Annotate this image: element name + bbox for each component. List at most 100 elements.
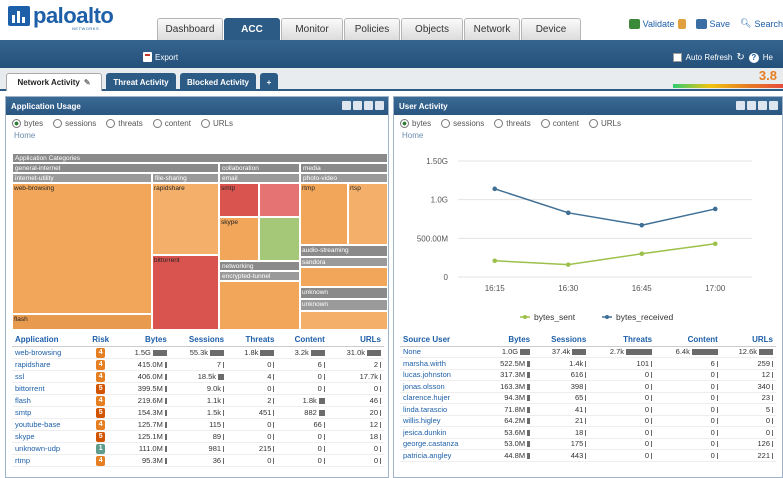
tab-threat-activity[interactable]: Threat Activity	[106, 73, 176, 91]
save-button[interactable]: Save	[695, 18, 730, 29]
radio-urls[interactable]: URLs	[588, 118, 621, 128]
treemap-cell[interactable]: rtsp	[348, 183, 388, 245]
treemap-cell[interactable]: rtmp	[300, 183, 348, 245]
radio-threats[interactable]: threats	[494, 118, 531, 128]
radio-button[interactable]	[588, 118, 598, 128]
column-header[interactable]: Bytes	[116, 333, 170, 347]
treemap-cell[interactable]: unknown	[300, 287, 388, 299]
user-link[interactable]: lucas.johnston	[403, 370, 451, 379]
treemap-cell[interactable]: bittorrent	[152, 255, 219, 330]
table-row[interactable]: skype 5 125.1M 89 0 0 18	[12, 430, 384, 443]
application-link[interactable]: web-browsing	[15, 348, 61, 357]
user-link[interactable]: linda.tarascio	[403, 405, 447, 414]
table-row[interactable]: bittorrent 5 399.5M 9.0k 0 0 0	[12, 382, 384, 395]
help-label[interactable]: He	[763, 53, 773, 62]
column-header[interactable]: Application	[12, 333, 85, 347]
application-link[interactable]: ssl	[15, 372, 24, 381]
radio-urls[interactable]: URLs	[200, 118, 233, 128]
treemap-category[interactable]: photo-video	[300, 173, 388, 183]
table-row[interactable]: web-browsing 4 1.5G 55.3k 1.8k 3.2k 31.0k	[12, 346, 384, 359]
user-link[interactable]: patricia.angley	[403, 451, 451, 460]
application-link[interactable]: skype	[15, 432, 35, 441]
application-link[interactable]: youtube-base	[15, 420, 60, 429]
user-link[interactable]: willis.higley	[403, 416, 441, 425]
radio-content[interactable]: content	[540, 118, 579, 128]
tab-objects[interactable]: Objects	[401, 18, 463, 40]
table-icon[interactable]	[758, 101, 767, 110]
tab-blocked-activity[interactable]: Blocked Activity	[180, 73, 256, 91]
treemap-category[interactable]: encrypted-tunnel	[219, 271, 300, 281]
column-header[interactable]: Content	[277, 333, 328, 347]
user-link[interactable]: None	[403, 347, 421, 356]
column-header[interactable]: Threats	[227, 333, 278, 347]
tab-dashboard[interactable]: Dashboard	[157, 18, 223, 40]
treemap-cell[interactable]: sandora	[300, 257, 388, 267]
application-treemap[interactable]: Application Categories general-internet …	[12, 153, 388, 330]
treemap-cell[interactable]	[219, 281, 300, 330]
user-link[interactable]: jesica.dunkin	[403, 428, 446, 437]
column-header[interactable]: URLs	[327, 333, 384, 347]
table-row[interactable]: linda.tarascio 71.8M 41 0 0 5	[400, 403, 776, 416]
column-header[interactable]: Sessions	[169, 333, 228, 347]
tab-acc[interactable]: ACC	[224, 18, 280, 40]
treemap-category[interactable]: media	[300, 163, 388, 173]
table-row[interactable]: george.castanza 53.0M 175 0 0 126	[400, 438, 776, 450]
radio-button[interactable]	[400, 118, 409, 128]
user-link[interactable]: george.castanza	[403, 439, 458, 448]
tab-network-activity[interactable]: Network Activity ✎	[6, 73, 102, 91]
export-button[interactable]: Export	[143, 52, 178, 62]
radio-bytes[interactable]: bytes	[12, 118, 43, 128]
radio-button[interactable]	[540, 118, 550, 128]
radio-sessions[interactable]: sessions	[441, 118, 484, 128]
treemap-cell[interactable]: audio-streaming	[300, 245, 388, 257]
radio-button[interactable]	[106, 118, 116, 128]
table-row[interactable]: jonas.olsson 163.3M 398 0 0 340	[400, 380, 776, 393]
add-tab-button[interactable]: +	[260, 73, 278, 91]
maximize-icon[interactable]	[342, 101, 351, 110]
treemap-cell[interactable]	[300, 267, 388, 287]
filter-icon[interactable]	[353, 101, 362, 110]
column-header[interactable]: Source User	[400, 333, 484, 347]
treemap-cell[interactable]: flash	[12, 314, 152, 330]
maximize-icon[interactable]	[736, 101, 745, 110]
treemap-cell[interactable]: smtp	[219, 183, 259, 217]
treemap-cell[interactable]	[259, 183, 300, 217]
treemap-cell[interactable]	[259, 217, 300, 261]
radio-button[interactable]	[53, 118, 63, 128]
treemap-category[interactable]: file-sharing	[152, 173, 219, 183]
filter-icon[interactable]	[747, 101, 756, 110]
table-row[interactable]: smtp 5 154.3M 1.5k 451 882 20	[12, 406, 384, 419]
user-activity-line-chart[interactable]: 0 500.00M 1.0G 1.50G 16:15 16:30 16:45 17:00 byt…	[400, 149, 782, 337]
breadcrumb-home[interactable]: Home	[6, 131, 388, 143]
table-row[interactable]: ssl 4 406.0M 18.5k 4 0 17.7k	[12, 370, 384, 383]
tab-device[interactable]: Device	[521, 18, 581, 40]
treemap-category[interactable]: general-internet	[12, 163, 219, 173]
table-row[interactable]: patricia.angley 44.8M 443 0 0 221	[400, 449, 776, 462]
column-header[interactable]: Risk	[84, 333, 117, 347]
breadcrumb-home[interactable]: Home	[394, 131, 782, 143]
tab-monitor[interactable]: Monitor	[281, 18, 343, 40]
treemap-cell[interactable]: rapidshare	[152, 183, 219, 255]
table-row[interactable]: jesica.dunkin 53.6M 18 0 0 0	[400, 426, 776, 439]
table-row[interactable]: None 1.0G 37.4k 2.7k 6.4k 12.6k	[400, 346, 776, 358]
table-row[interactable]: clarence.hujer 94.3M 65 0 0 23	[400, 392, 776, 404]
treemap-cell[interactable]: unknown	[300, 299, 388, 311]
table-row[interactable]: rtmp 4 95.3M 36 0 0 0	[12, 454, 384, 467]
application-link[interactable]: rapidshare	[15, 360, 50, 369]
help-icon[interactable]: ?	[748, 52, 759, 63]
treemap-category[interactable]: email	[219, 173, 300, 183]
treemap-category[interactable]: networking	[219, 261, 300, 271]
radio-threats[interactable]: threats	[106, 118, 143, 128]
tab-policies[interactable]: Policies	[344, 18, 400, 40]
table-row[interactable]: flash 4 219.6M 1.1k 2 1.8k 46	[12, 394, 384, 407]
application-link[interactable]: unknown-udp	[15, 444, 60, 453]
column-header[interactable]: URLs	[720, 333, 776, 347]
application-link[interactable]: smtp	[15, 408, 31, 417]
validate-button[interactable]: Validate	[628, 18, 686, 29]
radio-button[interactable]	[12, 118, 21, 128]
application-link[interactable]: rtmp	[15, 456, 30, 465]
application-link[interactable]: flash	[15, 396, 31, 405]
user-link[interactable]: jonas.olsson	[403, 382, 445, 391]
table-row[interactable]: unknown-udp 1 111.0M 981 215 0 0	[12, 442, 384, 455]
radio-sessions[interactable]: sessions	[53, 118, 96, 128]
